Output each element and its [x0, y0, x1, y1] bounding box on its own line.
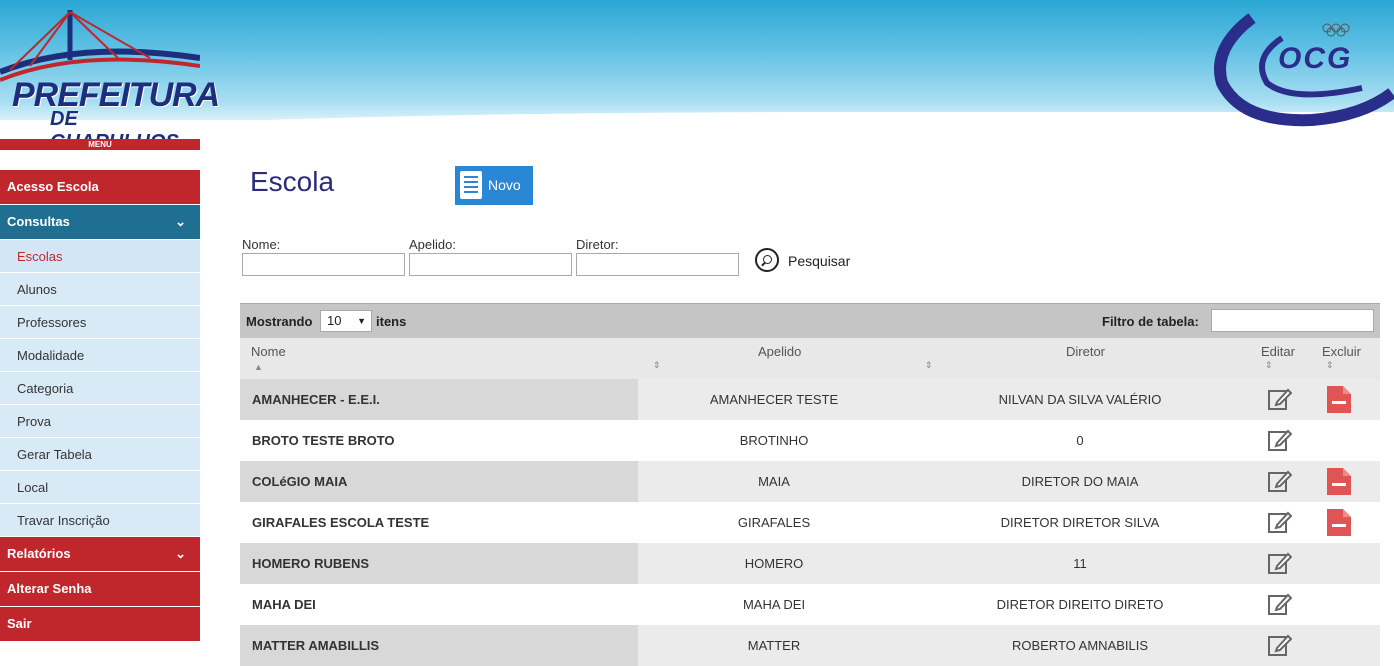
diretor-input[interactable] [576, 253, 739, 276]
chevron-down-icon: ⌄ [175, 214, 186, 229]
cell-diretor: 11 [1073, 556, 1087, 571]
apelido-label: Apelido: [409, 237, 456, 252]
cell-nome: BROTO TESTE BROTO [252, 433, 395, 448]
cell-apelido: AMANHECER TESTE [709, 392, 839, 407]
table-row: COLéGIO MAIA MAIA DIRETOR DO MAIA [240, 461, 1380, 502]
table-row: GIRAFALES ESCOLA TESTE GIRAFALES DIRETOR D… [240, 502, 1380, 543]
cell-apelido: HOMERO [744, 556, 804, 571]
ocg-logo: OCG [1212, 8, 1394, 128]
table-row: HOMERO RUBENS HOMERO 11 [240, 543, 1380, 584]
cell-nome: HOMERO RUBENS [240, 543, 638, 584]
diretor-label: Diretor: [576, 237, 619, 252]
sidebar-subitem-local[interactable]: Local [0, 471, 200, 504]
sidebar-item-label: Alterar Senha [7, 581, 92, 596]
search-icon [755, 248, 779, 272]
sidebar-item-consultas[interactable]: Consultas ⌄ [0, 205, 200, 239]
edit-icon[interactable] [1268, 387, 1293, 411]
cell-nome: AMANHECER - E.E.I. [240, 379, 638, 420]
sidebar-item-sair[interactable]: Sair [0, 607, 200, 641]
apelido-input[interactable] [409, 253, 572, 276]
sidebar: Acesso Escola Consultas ⌄ Escolas Alunos … [0, 170, 200, 642]
column-label: Editar [1261, 344, 1295, 359]
sidebar-item-label: Relatórios [7, 546, 71, 561]
table-toolbar: Mostrando 10 ▼ itens Filtro de tabela: [240, 303, 1380, 338]
sort-icon: ⇕ [1326, 360, 1334, 370]
edit-icon[interactable] [1268, 428, 1293, 452]
sort-asc-icon: ▲ [254, 362, 263, 372]
search-button-label: Pesquisar [788, 253, 851, 269]
table-row: BROTO TESTE BROTO BROTINHO 0 [240, 420, 1380, 461]
edit-icon[interactable] [1268, 633, 1293, 657]
sidebar-subitem-prova[interactable]: Prova [0, 405, 200, 438]
cell-apelido: MATTER [747, 638, 801, 653]
cell-apelido: GIRAFALES [737, 515, 811, 530]
cell-diretor: DIRETOR DO MAIA [1021, 474, 1139, 489]
delete-icon[interactable] [1327, 509, 1351, 536]
page-size-value: 10 [327, 313, 342, 328]
document-icon [460, 171, 482, 199]
column-label: Excluir [1322, 344, 1362, 359]
cell-apelido: BROTINHO [739, 433, 809, 448]
table-row: AMANHECER - E.E.I. AMANHECER TESTE NILVAN … [240, 379, 1380, 420]
sidebar-item-label: Acesso Escola [7, 179, 99, 194]
sort-icon: ⇕ [653, 360, 661, 370]
chevron-down-icon: ⌄ [175, 546, 186, 561]
cell-diretor: ROBERTO AMNABILIS [1011, 638, 1149, 653]
cell-diretor: DIRETOR DIREITO DIRETO [996, 597, 1164, 612]
sidebar-subitem-professores[interactable]: Professores [0, 306, 200, 339]
cell-diretor: 0 [1076, 433, 1084, 448]
sidebar-item-acesso-escola[interactable]: Acesso Escola [0, 170, 200, 204]
delete-icon[interactable] [1327, 468, 1351, 495]
new-button-label: Novo [488, 177, 521, 193]
items-label: itens [376, 314, 407, 329]
nome-label: Nome: [242, 237, 281, 252]
sidebar-item-label: Consultas [7, 214, 70, 229]
edit-icon[interactable] [1268, 469, 1293, 493]
column-label: Nome [251, 344, 286, 359]
sidebar-item-label: Sair [7, 616, 32, 631]
nome-input[interactable] [242, 253, 405, 276]
cell-nome: COLéGIO MAIA [240, 461, 638, 502]
page-title: Escola [250, 166, 335, 197]
ocg-logo-text: OCG [1278, 42, 1353, 75]
table-filter-label: Filtro de tabela: [1102, 314, 1199, 329]
sort-icon: ⇕ [925, 360, 933, 370]
cell-nome: GIRAFALES ESCOLA TESTE [252, 515, 430, 530]
table-body: AMANHECER - E.E.I. AMANHECER TESTE NILVAN … [240, 379, 1380, 666]
cell-nome: MAHA DEI [252, 597, 316, 612]
sidebar-item-relatorios[interactable]: Relatórios ⌄ [0, 537, 200, 571]
table-header: Nome ▲ Apelido ⇕ Diretor ⇕ Editar ⇕ Excl… [240, 338, 1380, 379]
page-size-select[interactable]: 10 ▼ [320, 310, 372, 332]
menu-label: MENU [0, 139, 200, 150]
cell-diretor: DIRETOR DIRETOR SILVA [1000, 515, 1160, 530]
table-row: MATTER AMABILLIS MATTER ROBERTO AMNABILIS [240, 625, 1380, 666]
sidebar-subitem-travar-inscricao[interactable]: Travar Inscrição [0, 504, 200, 537]
table-filter-input[interactable] [1211, 309, 1374, 332]
table-row: MAHA DEI MAHA DEI DIRETOR DIREITO DIRETO [240, 584, 1380, 625]
cell-apelido: MAIA [758, 474, 790, 489]
showing-label: Mostrando [246, 314, 313, 329]
sort-icon: ⇕ [1265, 360, 1273, 370]
delete-icon[interactable] [1327, 386, 1351, 413]
edit-icon[interactable] [1268, 592, 1293, 616]
edit-icon[interactable] [1268, 551, 1293, 575]
prefeitura-logo[interactable]: PREFEITURA DE GUARULHOS [0, 0, 220, 153]
new-button[interactable]: Novo [455, 166, 533, 205]
sidebar-subitem-escolas[interactable]: Escolas [0, 240, 200, 273]
edit-icon[interactable] [1268, 510, 1293, 534]
sidebar-subitem-modalidade[interactable]: Modalidade [0, 339, 200, 372]
cell-nome: MATTER AMABILLIS [240, 625, 638, 666]
column-label: Apelido [758, 344, 802, 359]
cell-diretor: NILVAN DA SILVA VALÉRIO [998, 392, 1162, 407]
sidebar-item-alterar-senha[interactable]: Alterar Senha [0, 572, 200, 606]
sidebar-subitem-alunos[interactable]: Alunos [0, 273, 200, 306]
dropdown-arrow-icon: ▼ [357, 316, 366, 326]
sidebar-subitem-gerar-tabela[interactable]: Gerar Tabela [0, 438, 200, 471]
column-label: Diretor [1066, 344, 1106, 359]
cell-apelido: MAHA DEI [742, 597, 806, 612]
sidebar-subitem-categoria[interactable]: Categoria [0, 372, 200, 405]
